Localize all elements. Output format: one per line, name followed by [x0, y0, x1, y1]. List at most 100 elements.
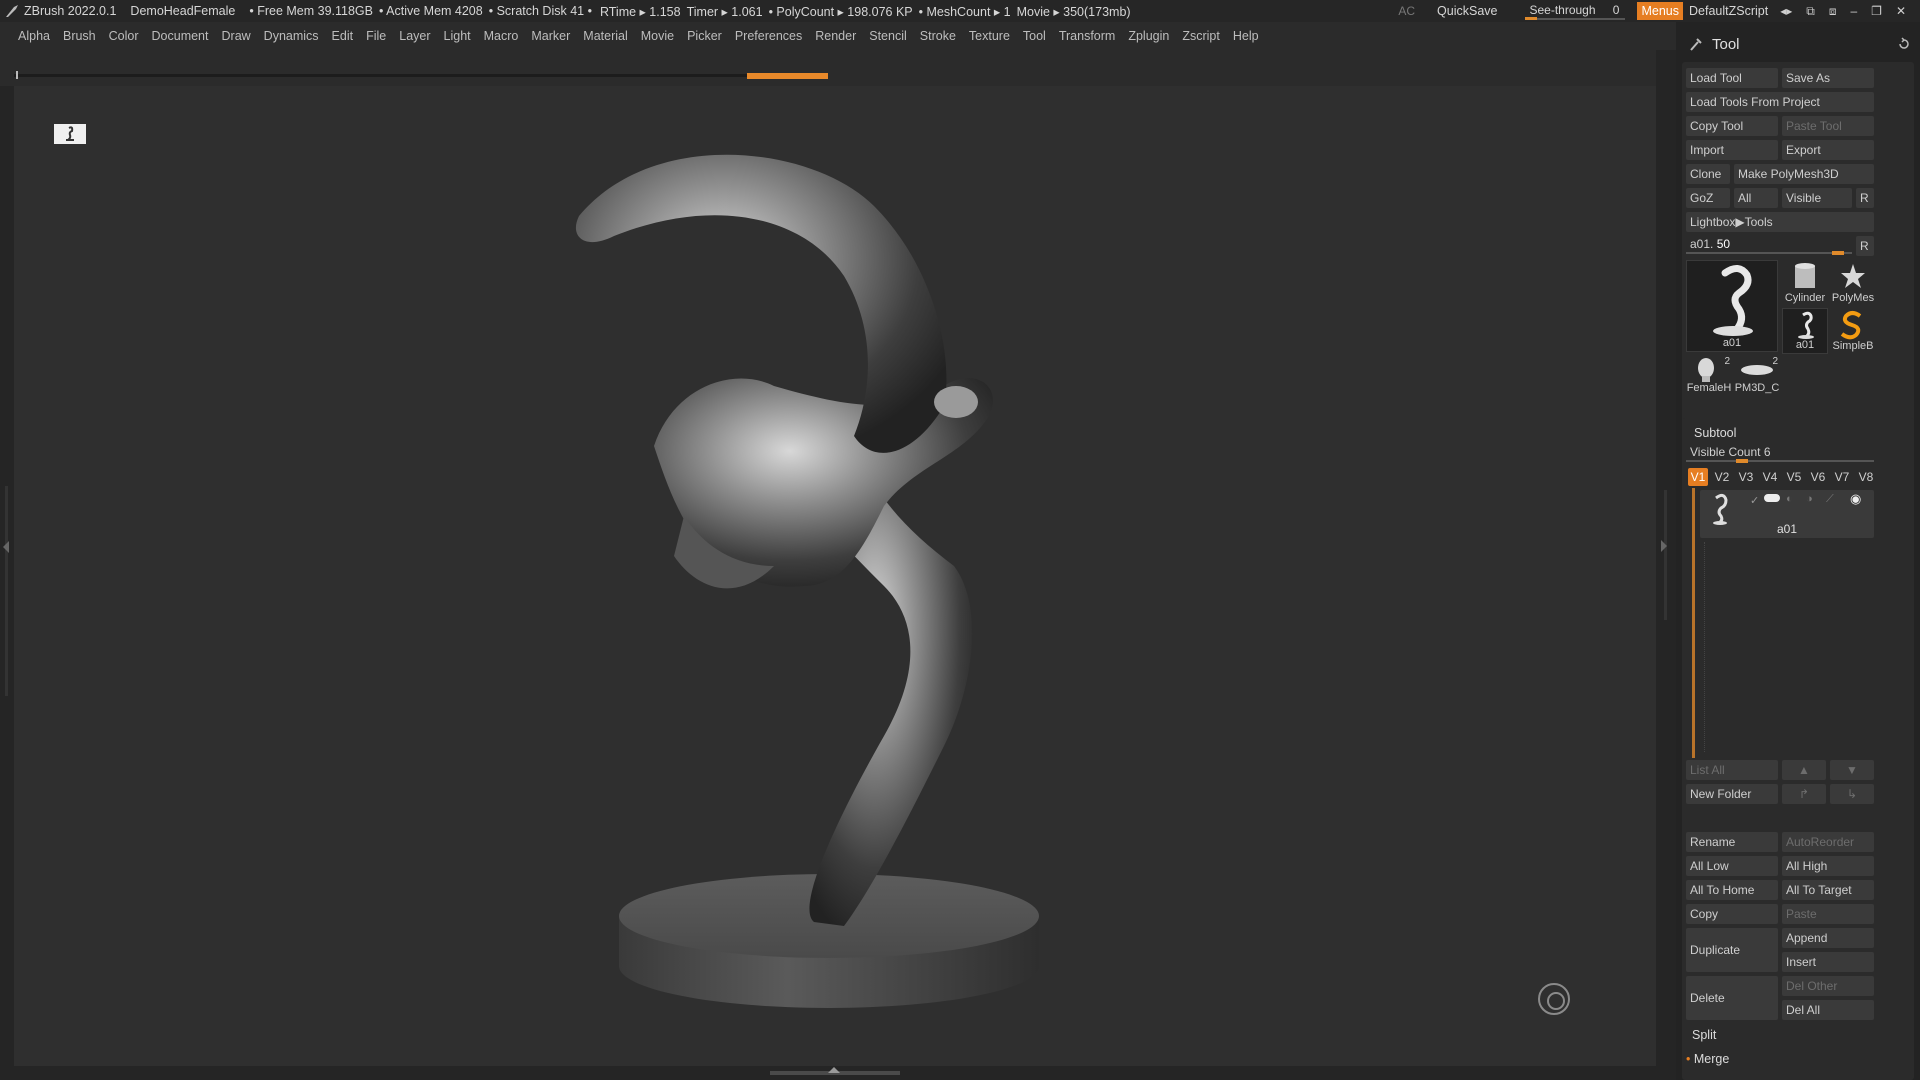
menu-marker[interactable]: Marker [531, 29, 570, 43]
subtool-brush-icon[interactable]: ✓ [1750, 494, 1759, 507]
visibility-tab-v8[interactable]: V8 [1856, 468, 1876, 486]
visibility-tab-v1[interactable]: V1 [1688, 468, 1708, 486]
visibility-tab-v2[interactable]: V2 [1712, 468, 1732, 486]
visible-count-slider[interactable]: Visible Count 6 [1686, 442, 1874, 463]
subtool-scrollbar[interactable] [1692, 488, 1695, 758]
subtool-brush2-icon[interactable]: ⟋ [1826, 493, 1834, 506]
duplicate-button[interactable]: Duplicate [1686, 928, 1778, 972]
timeline-track[interactable] [14, 71, 828, 79]
layout-arrows-icon[interactable]: ◂▸ [1780, 4, 1792, 18]
menu-zplugin[interactable]: Zplugin [1128, 29, 1169, 43]
quicksave-button[interactable]: QuickSave [1437, 4, 1497, 18]
right-tray-expand-icon[interactable] [1661, 540, 1667, 552]
goz-r-button[interactable]: R [1856, 188, 1874, 208]
window-layout2-icon[interactable]: ⧈ [1829, 4, 1837, 19]
visibility-tab-v6[interactable]: V6 [1808, 468, 1828, 486]
del-other-button[interactable]: Del Other [1782, 976, 1874, 996]
goz-button[interactable]: GoZ [1686, 188, 1730, 208]
visible-count-knob[interactable] [1736, 459, 1749, 463]
import-button[interactable]: Import [1686, 140, 1778, 160]
menu-texture[interactable]: Texture [969, 29, 1010, 43]
move-down-icon[interactable]: ▼ [1830, 760, 1874, 780]
paste-button[interactable]: Paste [1782, 904, 1874, 924]
goz-all-button[interactable]: All [1734, 188, 1778, 208]
subtool-eye-icon[interactable]: ◉ [1850, 491, 1861, 507]
tool-tile-femalehead[interactable]: 2 FemaleH [1686, 356, 1732, 396]
subtool-half-icon[interactable]: ◑ [1806, 493, 1813, 505]
menu-color[interactable]: Color [109, 29, 139, 43]
all-to-target-button[interactable]: All To Target [1782, 880, 1874, 900]
visibility-tab-v4[interactable]: V4 [1760, 468, 1780, 486]
right-tray-gutter[interactable] [1656, 50, 1676, 1080]
all-high-button[interactable]: All High [1782, 856, 1874, 876]
visibility-tab-v5[interactable]: V5 [1784, 468, 1804, 486]
bottom-tray-gutter[interactable] [14, 1066, 1656, 1080]
palette-popout-icon[interactable] [1896, 36, 1912, 52]
list-all-button[interactable]: List All [1686, 760, 1778, 780]
insert-button[interactable]: Insert [1782, 952, 1874, 972]
load-tool-button[interactable]: Load Tool [1686, 68, 1778, 88]
subtool-title[interactable]: Subtool [1694, 426, 1736, 440]
current-tool-slider[interactable]: a01. 50 [1686, 234, 1852, 255]
menu-material[interactable]: Material [583, 29, 627, 43]
menu-preferences[interactable]: Preferences [735, 29, 802, 43]
menu-movie[interactable]: Movie [641, 29, 674, 43]
bottom-tray-handle-icon[interactable] [770, 1067, 900, 1075]
rename-button[interactable]: Rename [1686, 832, 1778, 852]
sculpture-model[interactable] [14, 86, 1656, 1066]
close-icon[interactable]: ✕ [1896, 4, 1906, 18]
menu-zscript[interactable]: Zscript [1182, 29, 1220, 43]
menu-dynamics[interactable]: Dynamics [264, 29, 319, 43]
load-tools-from-project-button[interactable]: Load Tools From Project [1686, 92, 1874, 112]
menu-document[interactable]: Document [152, 29, 209, 43]
menu-tool[interactable]: Tool [1023, 29, 1046, 43]
menu-help[interactable]: Help [1233, 29, 1259, 43]
folder-arrow-down-icon[interactable]: ↳ [1830, 784, 1874, 804]
save-as-button[interactable]: Save As [1782, 68, 1874, 88]
see-through-slider[interactable]: See-through 0 [1523, 2, 1627, 20]
visibility-tab-v3[interactable]: V3 [1736, 468, 1756, 486]
default-zscript-button[interactable]: DefaultZScript [1689, 4, 1768, 18]
menu-render[interactable]: Render [815, 29, 856, 43]
subtool-item-a01[interactable]: ✓ ◐ ◑ ⟋ ◉ a01 [1700, 490, 1874, 538]
make-polymesh3d-button[interactable]: Make PolyMesh3D [1734, 164, 1874, 184]
tool-tile-a01[interactable]: a01 [1686, 260, 1778, 352]
navigation-gizmo-icon[interactable] [1538, 983, 1570, 1015]
menu-picker[interactable]: Picker [687, 29, 722, 43]
canvas-viewport[interactable] [14, 86, 1656, 1066]
minimize-icon[interactable]: ‒ [1850, 4, 1857, 18]
menu-stencil[interactable]: Stencil [869, 29, 907, 43]
window-layout-icon[interactable]: ⧉ [1806, 4, 1815, 19]
menu-brush[interactable]: Brush [63, 29, 96, 43]
menu-alpha[interactable]: Alpha [18, 29, 50, 43]
current-tool-knob[interactable] [1831, 251, 1844, 255]
menu-edit[interactable]: Edit [332, 29, 354, 43]
tool-tile-cylinder[interactable]: Cylinder [1782, 260, 1828, 306]
tool-tile-a01-small[interactable]: a01 [1782, 308, 1828, 354]
menu-macro[interactable]: Macro [484, 29, 519, 43]
left-tray-handle[interactable] [5, 486, 8, 696]
export-button[interactable]: Export [1782, 140, 1874, 160]
visibility-tab-v7[interactable]: V7 [1832, 468, 1852, 486]
paste-tool-button[interactable]: Paste Tool [1782, 116, 1874, 136]
menu-transform[interactable]: Transform [1059, 29, 1116, 43]
delete-button[interactable]: Delete [1686, 976, 1778, 1020]
restore-icon[interactable]: ❐ [1871, 4, 1882, 18]
goz-visible-button[interactable]: Visible [1782, 188, 1852, 208]
menu-file[interactable]: File [366, 29, 386, 43]
copy-tool-button[interactable]: Copy Tool [1686, 116, 1778, 136]
folder-arrow-right-icon[interactable]: ↱ [1782, 784, 1826, 804]
tool-tile-simplebrush[interactable]: SimpleB [1830, 308, 1876, 354]
subtool-moon-icon[interactable]: ◐ [1786, 493, 1793, 505]
left-tray-expand-icon[interactable] [3, 541, 9, 553]
ac-toggle[interactable]: AC [1398, 4, 1415, 18]
lightbox-tools-button[interactable]: Lightbox▶Tools [1686, 212, 1874, 232]
move-up-icon[interactable]: ▲ [1782, 760, 1826, 780]
menus-button[interactable]: Menus [1637, 2, 1684, 20]
append-button[interactable]: Append [1782, 928, 1874, 948]
new-folder-button[interactable]: New Folder [1686, 784, 1778, 804]
tool-r-button[interactable]: R [1856, 236, 1874, 256]
left-tray-gutter[interactable] [0, 86, 14, 1080]
all-to-home-button[interactable]: All To Home [1686, 880, 1778, 900]
subtool-toggle-icon[interactable] [1764, 494, 1780, 502]
